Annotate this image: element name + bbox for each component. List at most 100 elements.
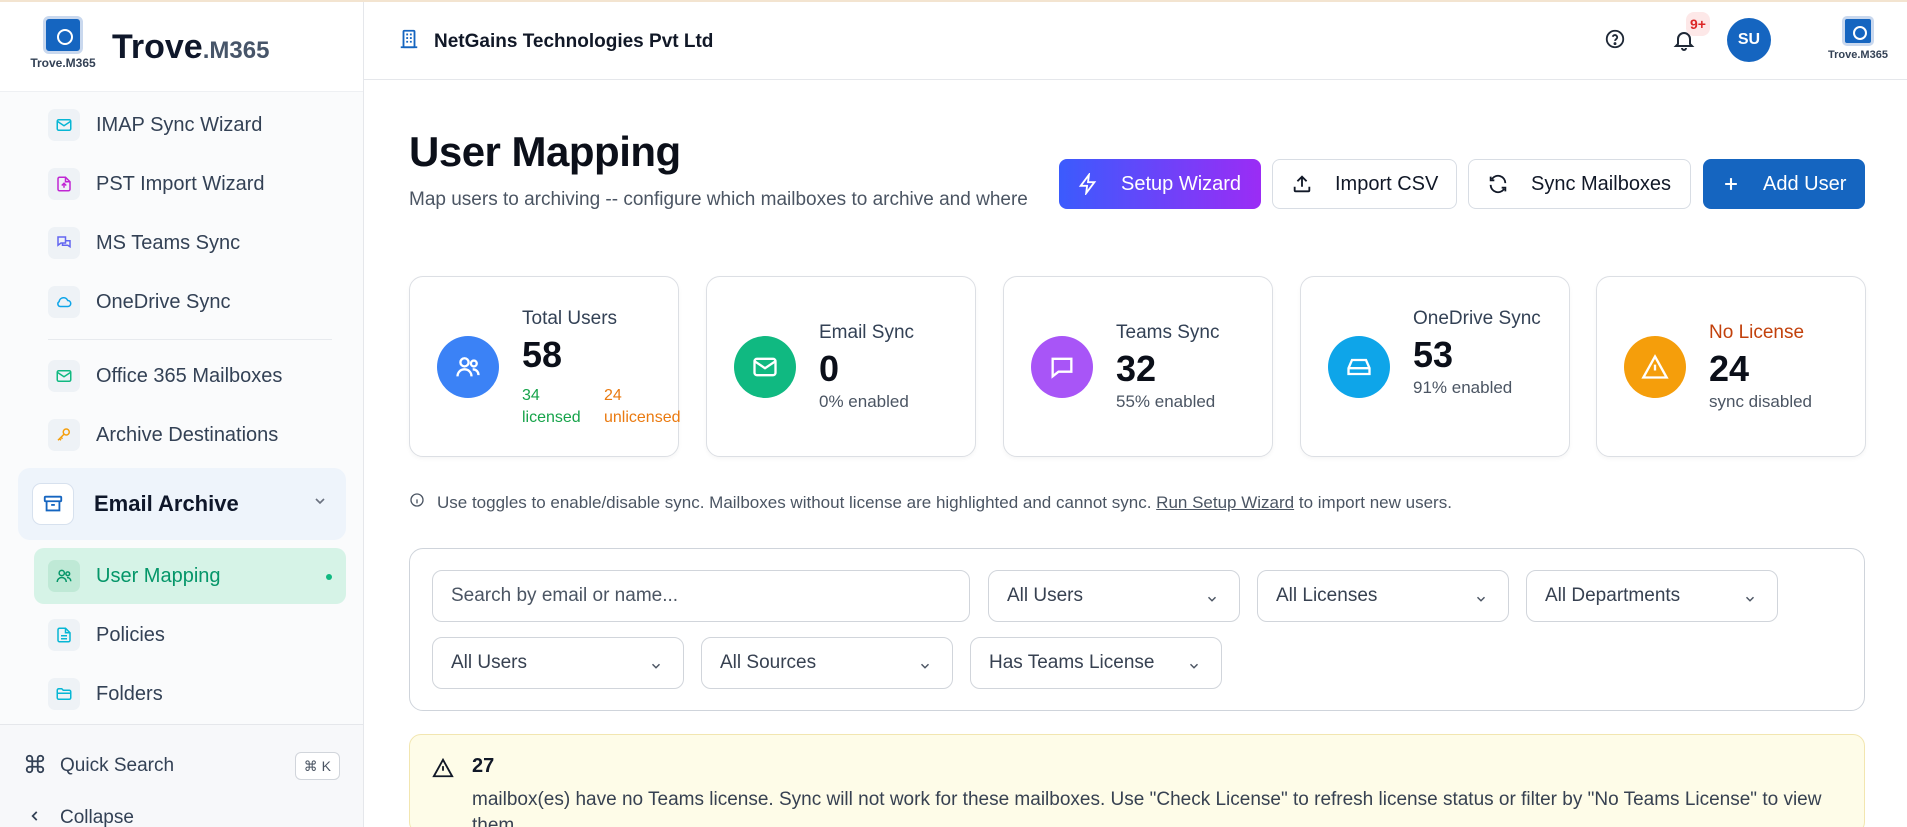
sidebar-item-label: Policies xyxy=(96,623,165,646)
import-csv-label: Import CSV xyxy=(1335,172,1439,195)
help-icon[interactable] xyxy=(1604,28,1626,55)
sidebar-item-label: MS Teams Sync xyxy=(96,231,241,254)
chevron-down-icon xyxy=(1743,590,1757,612)
select-value: All Departments xyxy=(1545,585,1681,606)
search-input[interactable] xyxy=(432,570,970,622)
info-icon xyxy=(409,492,425,513)
stat-label: Email Sync xyxy=(819,322,915,343)
page-subtitle: Map users to archiving -- configure whic… xyxy=(409,189,1028,210)
chevron-down-icon xyxy=(918,657,932,679)
stat-card-email-sync: Email Sync 0 0% enabled xyxy=(706,276,976,457)
setup-wizard-label: Setup Wizard xyxy=(1121,172,1242,195)
sidebar-group-email-archive[interactable]: Email Archive xyxy=(18,468,346,540)
teams-license-warning: 27 mailbox(es) have no Teams license. Sy… xyxy=(409,734,1865,827)
chevron-left-icon xyxy=(28,809,42,827)
collapse-button[interactable]: Collapse xyxy=(28,807,134,827)
hard-drive-icon xyxy=(1328,336,1390,398)
sidebar-item-ms-teams-sync[interactable]: MS Teams Sync xyxy=(48,218,348,268)
unlicensed-count: 24 unlicensed xyxy=(604,387,681,426)
department-filter-select[interactable]: All Departments xyxy=(1526,570,1778,622)
stat-card-total-users: Total Users 58 34 licensed 24 unlicensed xyxy=(409,276,681,457)
organization-name: NetGains Technologies Pvt Ltd xyxy=(434,30,714,52)
warning-count: 27 xyxy=(472,755,495,777)
warning-icon xyxy=(432,757,454,784)
user-status-filter-select[interactable]: All Users xyxy=(432,637,684,689)
stat-label: Total Users xyxy=(522,308,618,329)
chevron-down-icon xyxy=(1205,590,1219,612)
stat-label: OneDrive Sync xyxy=(1413,308,1541,329)
stat-value: 53 xyxy=(1413,334,1454,375)
building-icon xyxy=(398,28,420,55)
stat-sub: 91% enabled xyxy=(1413,378,1513,397)
source-filter-select[interactable]: All Sources xyxy=(701,637,953,689)
avatar[interactable]: SU xyxy=(1727,18,1771,62)
sidebar-item-imap-sync-wizard[interactable]: IMAP Sync Wizard xyxy=(48,100,348,150)
brand-name: Trove.M365 xyxy=(112,28,269,67)
sidebar-item-label: User Mapping xyxy=(96,564,221,587)
header-brand-logo: Trove.M365 xyxy=(1826,16,1890,66)
info-text-after: to import new users. xyxy=(1298,492,1452,512)
chevron-down-icon xyxy=(1187,657,1201,679)
add-user-button[interactable]: Add User xyxy=(1703,159,1865,209)
stat-card-no-license: No License 24 sync disabled xyxy=(1596,276,1866,457)
run-setup-wizard-link[interactable]: Run Setup Wizard xyxy=(1156,493,1294,512)
stat-card-teams-sync: Teams Sync 32 55% enabled xyxy=(1003,276,1273,457)
chevron-down-icon[interactable] xyxy=(312,493,328,514)
sync-mailboxes-button[interactable]: Sync Mailboxes xyxy=(1468,159,1691,209)
select-value: Has Teams License xyxy=(989,652,1155,673)
import-csv-button[interactable]: Import CSV xyxy=(1272,159,1457,209)
brand-logo[interactable]: Trove.M365 xyxy=(28,16,98,76)
brand-name-suffix: .M365 xyxy=(202,37,270,64)
top-header: NetGains Technologies Pvt Ltd 9+ SU Trov… xyxy=(364,2,1907,80)
sidebar-footer: Quick Search ⌘ K Collapse xyxy=(0,724,363,827)
warning-message: mailbox(es) have no Teams license. Sync … xyxy=(472,789,1822,827)
sidebar-item-pst-import-wizard[interactable]: PST Import Wizard xyxy=(48,159,348,209)
sync-mailboxes-label: Sync Mailboxes xyxy=(1531,172,1672,195)
setup-wizard-button[interactable]: Setup Wizard xyxy=(1059,159,1261,209)
lightning-icon xyxy=(1077,173,1099,195)
sidebar-item-label: OneDrive Sync xyxy=(96,290,231,313)
document-icon xyxy=(48,619,80,651)
mail-icon xyxy=(48,360,80,392)
license-filter-select[interactable]: All Licenses xyxy=(1257,570,1509,622)
stat-value: 58 xyxy=(522,334,563,375)
stat-value: 24 xyxy=(1709,348,1750,389)
teams-license-filter-select[interactable]: Has Teams License xyxy=(970,637,1222,689)
select-value: All Sources xyxy=(720,652,817,673)
mail-icon xyxy=(48,109,80,141)
sidebar-item-label: IMAP Sync Wizard xyxy=(96,113,263,136)
stat-sub: 0% enabled xyxy=(819,392,909,411)
stat-value: 32 xyxy=(1116,348,1157,389)
cloud-icon xyxy=(48,286,80,318)
licensed-count: 34 licensed xyxy=(522,387,581,426)
info-text-before: Use toggles to enable/disable sync. Mail… xyxy=(437,492,1152,512)
user-filter-select[interactable]: All Users xyxy=(988,570,1240,622)
select-value: All Users xyxy=(451,652,528,673)
refresh-icon xyxy=(1487,173,1509,195)
sidebar-item-folders[interactable]: Folders xyxy=(48,669,348,719)
sidebar-group-label: Email Archive xyxy=(94,491,239,516)
chat-icon xyxy=(48,227,80,259)
quick-search-label: Quick Search xyxy=(60,755,175,776)
logo-icon xyxy=(1842,16,1874,46)
sidebar-item-user-mapping[interactable]: User Mapping xyxy=(34,548,346,604)
sidebar-item-label: Folders xyxy=(96,682,163,705)
sidebar-item-office-365-mailboxes[interactable]: Office 365 Mailboxes xyxy=(48,351,348,401)
stat-label: Teams Sync xyxy=(1116,322,1220,343)
quick-search-button[interactable]: Quick Search ⌘ K xyxy=(24,751,340,781)
info-text: Use toggles to enable/disable sync. Mail… xyxy=(437,493,1452,513)
chat-icon xyxy=(1031,336,1093,398)
brand-name-main: Trove xyxy=(112,28,203,66)
sidebar-item-onedrive-sync[interactable]: OneDrive Sync xyxy=(48,277,348,327)
chevron-down-icon xyxy=(649,657,663,679)
stat-card-onedrive-sync: OneDrive Sync 53 91% enabled xyxy=(1300,276,1570,457)
organization-selector[interactable]: NetGains Technologies Pvt Ltd xyxy=(398,28,713,55)
keyboard-shortcut-badge: ⌘ K xyxy=(294,752,340,780)
page-title: User Mapping xyxy=(409,128,681,175)
users-icon xyxy=(48,560,80,592)
sidebar-divider xyxy=(48,339,332,340)
active-indicator xyxy=(326,574,332,580)
file-upload-icon xyxy=(48,168,80,200)
sidebar-item-archive-destinations[interactable]: Archive Destinations xyxy=(48,410,348,460)
sidebar-item-policies[interactable]: Policies xyxy=(48,610,348,660)
